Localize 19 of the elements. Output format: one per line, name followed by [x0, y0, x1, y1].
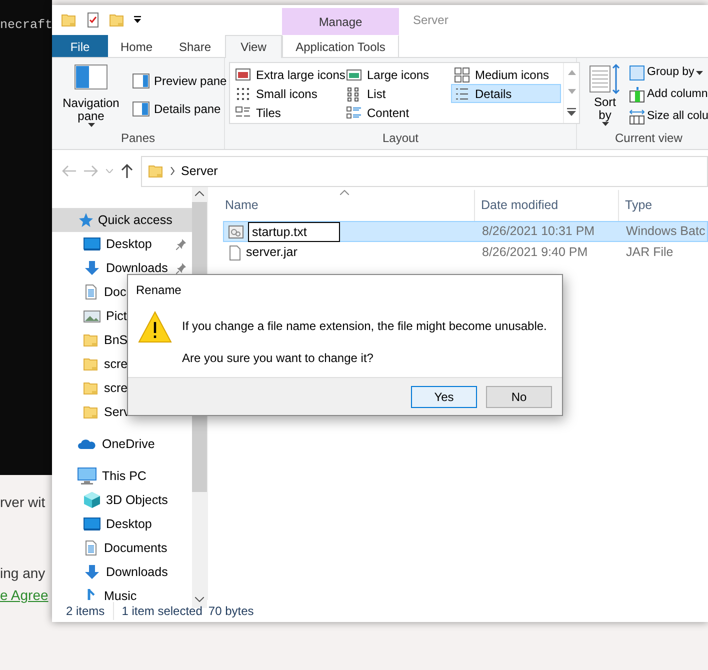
window-title: Server	[412, 12, 448, 29]
group-label: Layout	[381, 130, 420, 147]
status-text: 2 items	[66, 602, 114, 620]
dialog-title: Rename	[136, 283, 182, 297]
status-text: 1 item selected	[122, 603, 204, 620]
file-name: server.jar	[246, 244, 298, 262]
group-label: Panes	[120, 130, 156, 147]
dialog-message: If you change a file name extension, the file might become unusable.	[182, 318, 547, 335]
type-cell-text: Windows Batc	[625, 223, 706, 240]
type-cell-text: JAR File	[625, 244, 674, 262]
dialog-question: Are you sure you want to change it?	[182, 350, 374, 367]
date-cell-text: 8/26/2021 9:40 PM	[481, 244, 589, 262]
status-text: 70 bytes	[208, 603, 255, 620]
page-text: rver wit	[0, 493, 46, 511]
group-label: Current view	[614, 130, 684, 147]
page-text: ing any	[0, 564, 46, 582]
terminal-text: necraft	[0, 17, 53, 34]
date-cell-text: 8/26/2021 10:31 PM	[481, 223, 596, 240]
context-tab-group: Manage	[282, 8, 399, 35]
